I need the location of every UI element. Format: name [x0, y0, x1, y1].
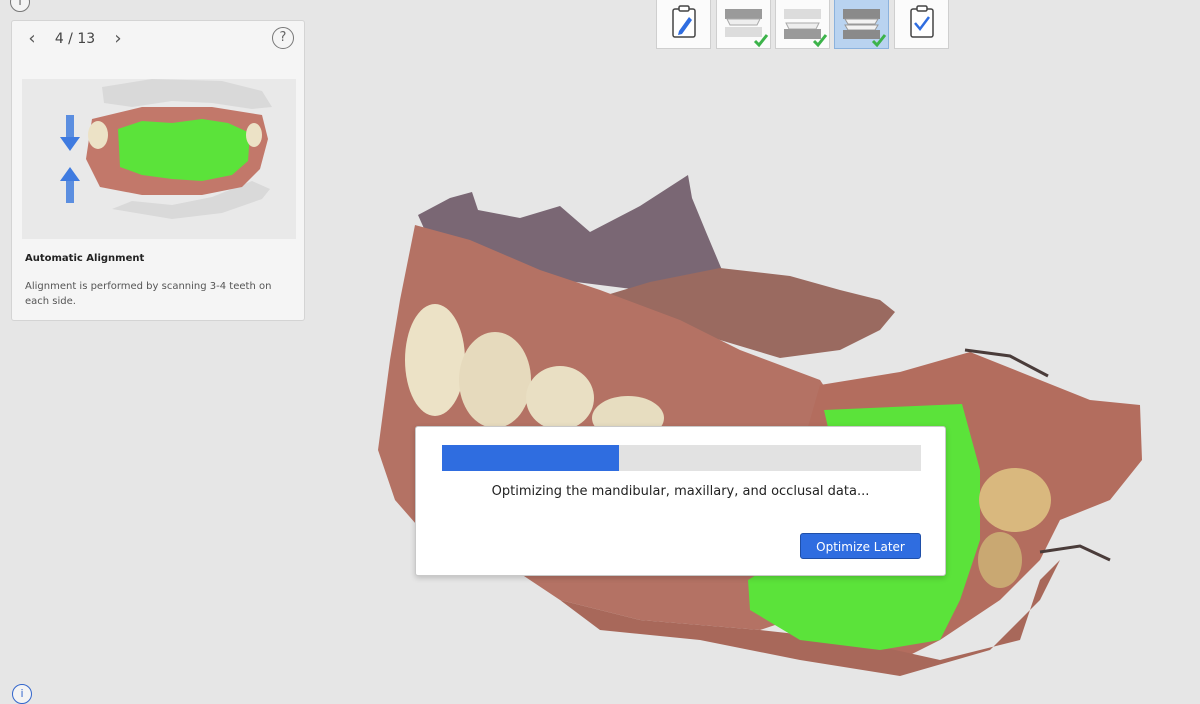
arrow-up-icon	[60, 167, 80, 181]
scan-edge	[1039, 544, 1111, 562]
info-icon-bottom[interactable]: i	[12, 684, 32, 704]
illustration-tooth	[88, 121, 108, 149]
bite-check-icon	[843, 9, 887, 48]
tooth	[978, 532, 1022, 588]
guide-panel: ‹ 4 / 13 › ? Automatic Alignment Alignme…	[11, 20, 305, 321]
chevron-right-icon[interactable]: ›	[108, 29, 128, 49]
progress-bar	[442, 445, 921, 471]
clipboard-check-icon	[910, 5, 934, 38]
illustration-green-teeth	[118, 119, 250, 181]
upper-jaw-check-icon	[725, 9, 769, 48]
tooth	[405, 304, 465, 416]
alignment-illustration	[22, 79, 296, 239]
progress-message: Optimizing the mandibular, maxillary, an…	[491, 484, 870, 499]
step-notes-button[interactable]	[656, 0, 711, 49]
step-upper-jaw-button[interactable]	[716, 0, 771, 49]
progress-bar-fill	[442, 445, 620, 471]
step-review-button[interactable]	[894, 0, 949, 49]
clipboard-pencil-icon	[672, 5, 696, 38]
arrow-down-shaft	[66, 115, 74, 139]
guide-navigation: ‹ 4 / 13 › ?	[12, 21, 304, 57]
guide-title: Automatic Alignment	[25, 253, 145, 264]
lower-jaw-check-icon	[784, 9, 828, 48]
tooth	[459, 332, 531, 428]
optimize-later-button[interactable]: Optimize Later	[800, 533, 921, 559]
tooth	[526, 366, 594, 430]
tooth	[979, 468, 1051, 532]
optimization-progress-dialog: Optimizing the mandibular, maxillary, an…	[415, 426, 946, 576]
page-indicator: 4 / 13	[54, 31, 96, 47]
chevron-left-icon[interactable]: ‹	[22, 29, 42, 49]
help-icon[interactable]: ?	[272, 27, 294, 49]
illustration-tooth	[246, 123, 262, 147]
upper-arch-outline	[102, 79, 272, 109]
step-lower-jaw-button[interactable]	[775, 0, 830, 49]
step-bite-button[interactable]	[834, 0, 889, 49]
arrow-down-icon	[60, 137, 80, 151]
arrow-up-shaft	[66, 179, 74, 203]
guide-description: Alignment is performed by scanning 3-4 t…	[25, 281, 272, 307]
